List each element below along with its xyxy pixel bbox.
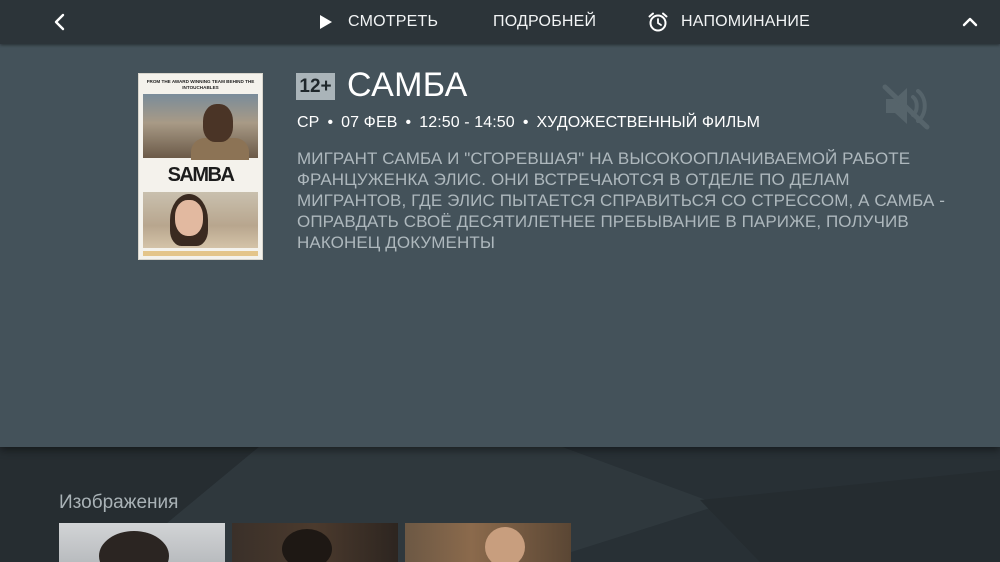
meta-separator: • <box>327 114 334 131</box>
poster-photo-top <box>143 94 258 160</box>
mute-button[interactable] <box>880 82 932 130</box>
play-icon <box>314 11 336 33</box>
meta-separator: • <box>522 114 529 131</box>
meta-separator: • <box>405 114 412 131</box>
image-thumbnail[interactable] <box>405 523 571 562</box>
reminder-button[interactable]: НАПОМИНАНИЕ <box>647 0 810 44</box>
age-rating-badge: 12+ <box>296 73 335 100</box>
program-title: САМБА <box>347 66 468 104</box>
reminder-label: НАПОМИНАНИЕ <box>681 13 810 30</box>
alarm-clock-icon <box>647 11 669 33</box>
details-label: ПОДРОБНЕЙ <box>493 13 597 30</box>
poster-photo-bottom <box>143 192 258 248</box>
program-description: МИГРАНТ САМБА И "СГОРЕВШАЯ" НА ВЫСОКООПЛ… <box>297 149 945 252</box>
program-meta: СР • 07 ФЕВ • 12:50 - 14:50 • ХУДОЖЕСТВЕ… <box>297 114 760 132</box>
meta-date: 07 ФЕВ <box>341 114 398 131</box>
chevron-up-icon <box>962 17 978 27</box>
meta-genre: ХУДОЖЕСТВЕННЫЙ ФИЛЬМ <box>536 114 761 131</box>
images-section-title: Изображения <box>59 492 179 513</box>
watch-button[interactable]: СМОТРЕТЬ <box>314 0 438 44</box>
program-details-panel: FROM THE AWARD WINNING TEAM BEHIND THE I… <box>0 44 1000 447</box>
collapse-button[interactable] <box>958 10 982 34</box>
program-poster: FROM THE AWARD WINNING TEAM BEHIND THE I… <box>138 73 263 260</box>
image-thumbnail[interactable] <box>59 523 225 562</box>
watch-label: СМОТРЕТЬ <box>348 13 439 30</box>
poster-title: SAMBA <box>167 164 235 186</box>
details-button[interactable]: ПОДРОБНЕЙ <box>493 0 596 44</box>
back-button[interactable] <box>48 10 72 34</box>
chevron-left-icon <box>54 13 65 31</box>
meta-time: 12:50 - 14:50 <box>419 114 515 131</box>
meta-day: СР <box>297 114 320 131</box>
volume-off-icon <box>882 84 930 130</box>
top-bar: СМОТРЕТЬ ПОДРОБНЕЙ НАПОМИНАНИЕ <box>0 0 1000 44</box>
image-thumbnail[interactable] <box>232 523 398 562</box>
poster-tagline: FROM THE AWARD WINNING TEAM BEHIND THE I… <box>146 79 255 90</box>
